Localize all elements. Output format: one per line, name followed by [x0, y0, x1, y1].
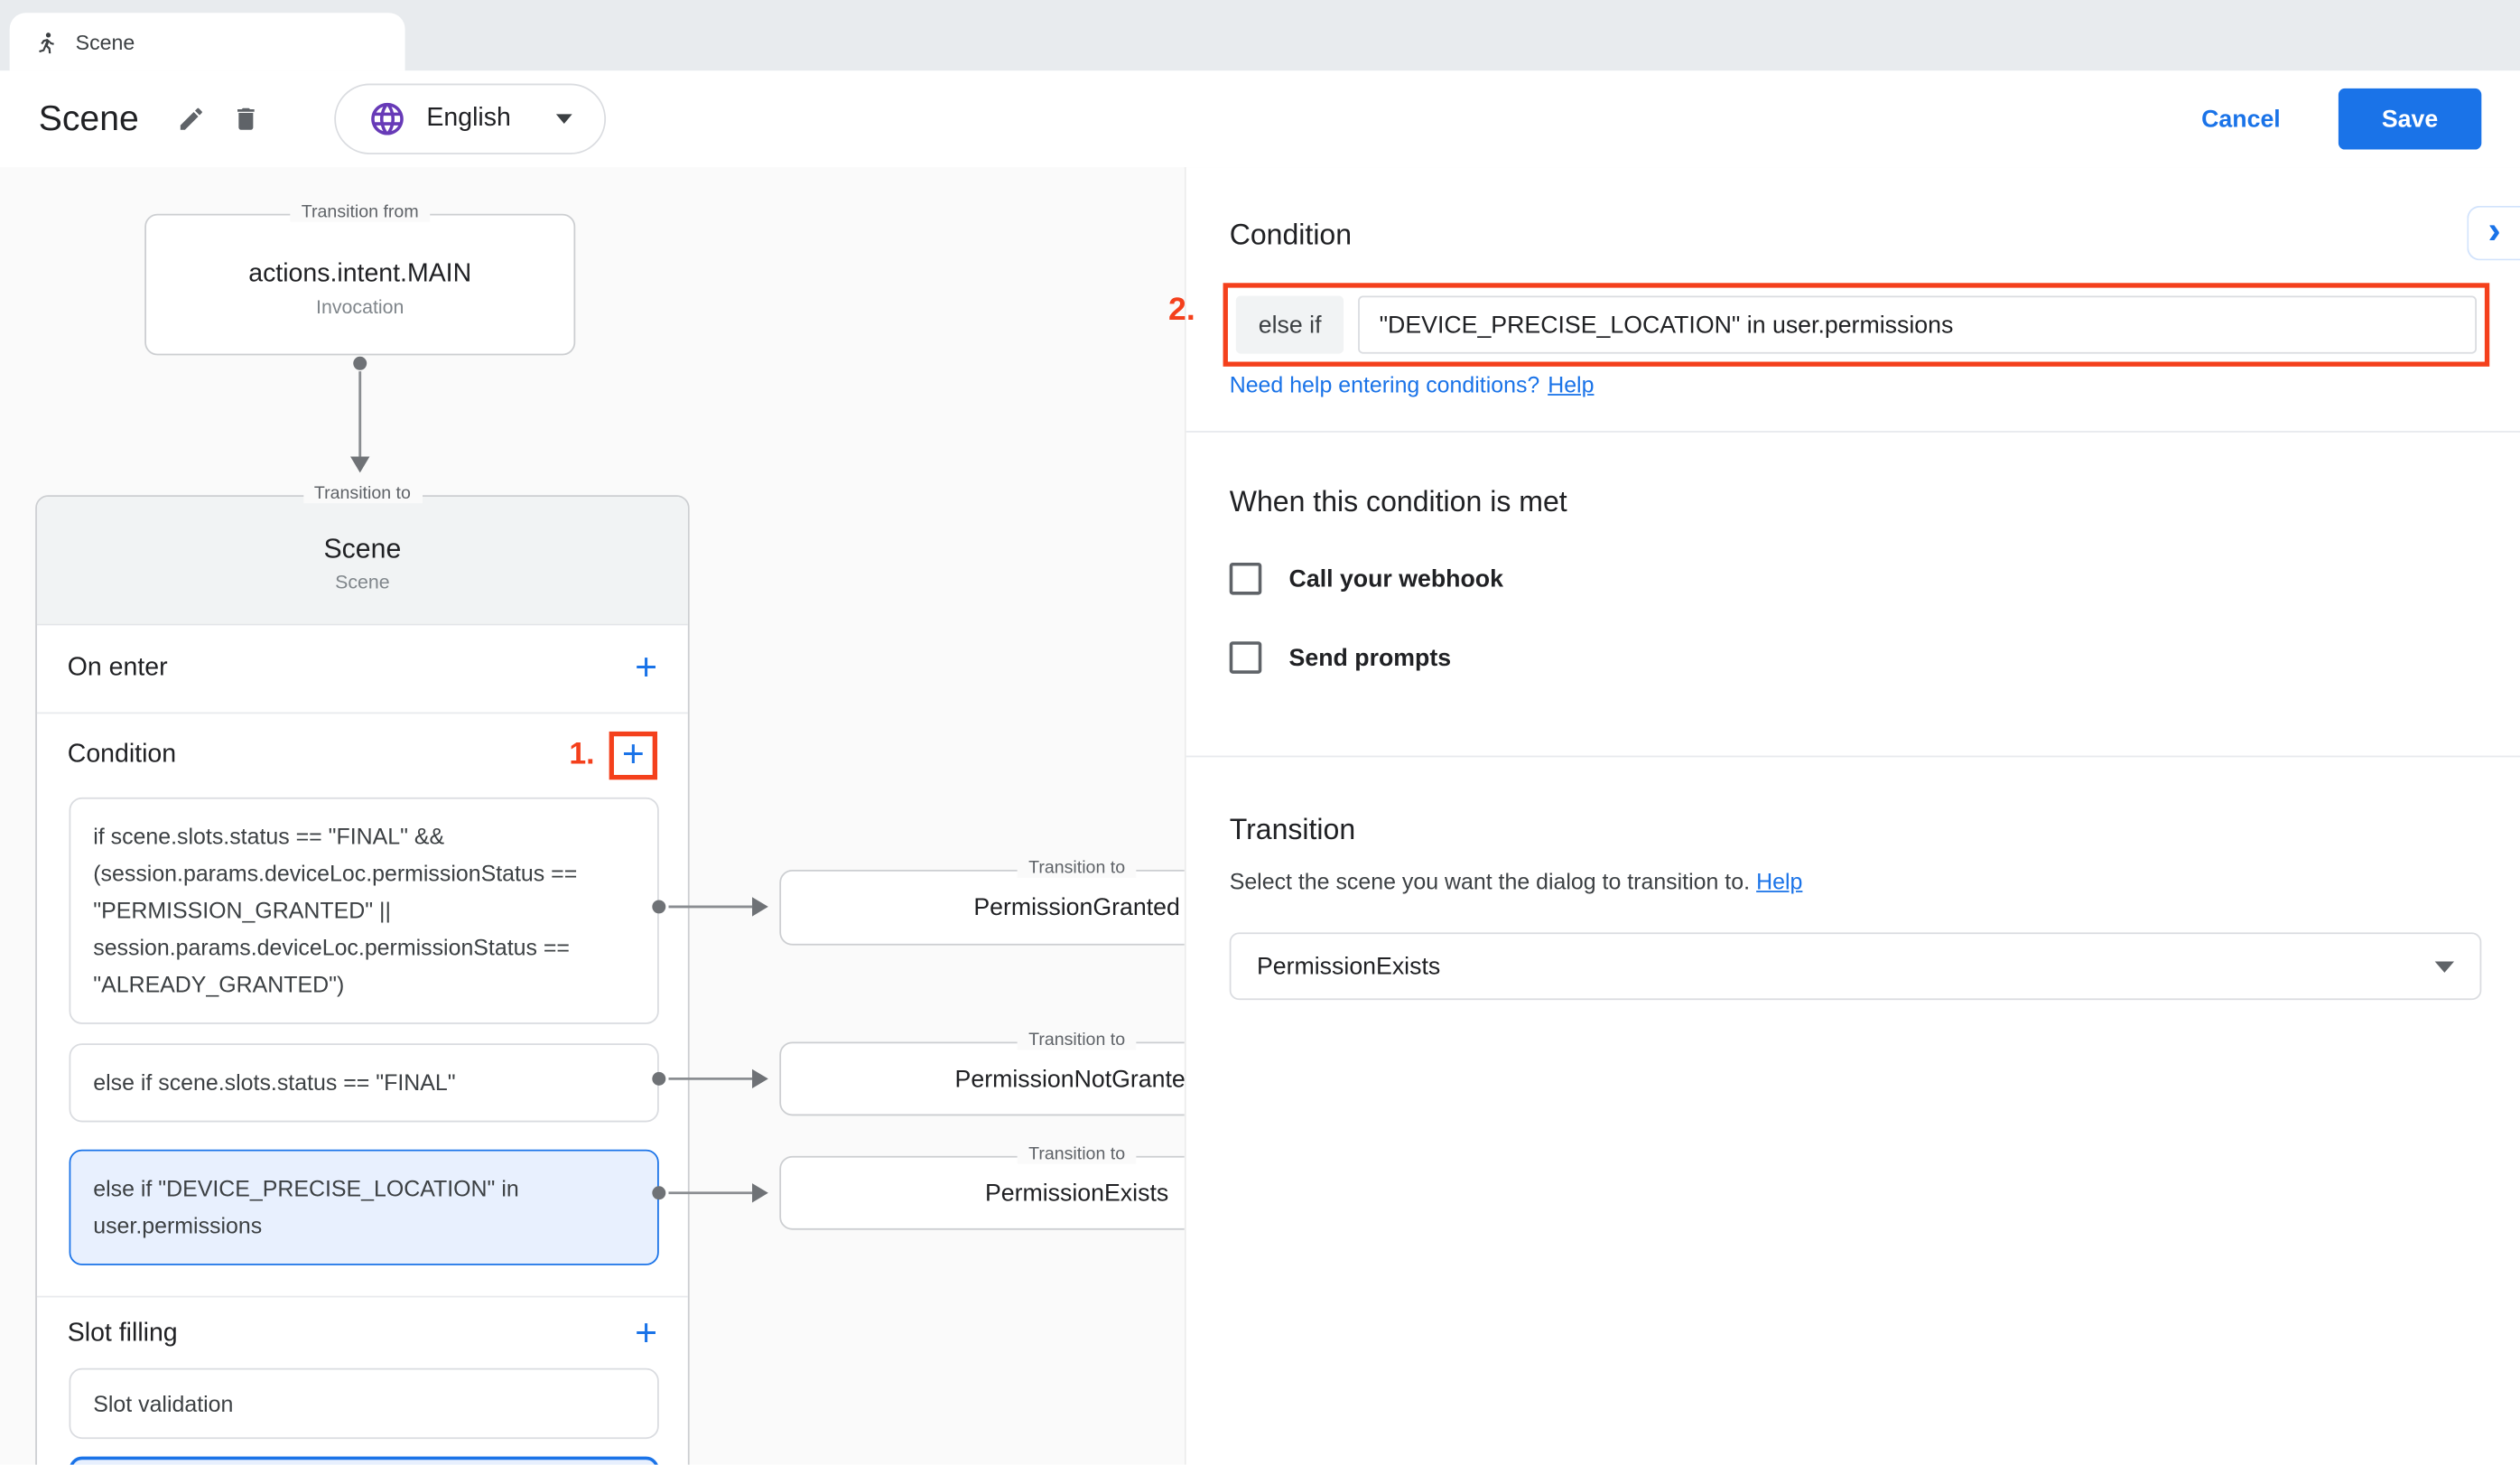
from-node-legend: Transition from — [290, 202, 430, 221]
edit-scene-button[interactable] — [164, 91, 219, 146]
annotation-step-1: 1. — [569, 738, 594, 773]
save-button[interactable]: Save — [2339, 89, 2482, 150]
target-legend: Transition to — [1018, 1144, 1137, 1163]
on-enter-label: On enter — [68, 654, 168, 683]
invocation-node[interactable]: Transition from actions.intent.MAIN Invo… — [144, 214, 575, 356]
scene-node-title: Scene — [37, 534, 688, 566]
transition-desc-text: Select the scene you want the dialog to … — [1230, 868, 1750, 893]
target-node-permission-exists[interactable]: Transition to PermissionExists — [779, 1156, 1185, 1230]
when-met-heading: When this condition is met — [1230, 486, 1567, 519]
target-title: PermissionGranted — [973, 894, 1180, 921]
language-selector[interactable]: English — [335, 84, 606, 154]
language-label: English — [426, 105, 510, 134]
chevron-right-icon: › — [2487, 211, 2500, 250]
plus-icon: + — [622, 736, 645, 775]
delete-scene-button[interactable] — [219, 91, 274, 146]
prompts-checkbox-row[interactable]: Send prompts — [1230, 641, 1451, 674]
transition-scene-select[interactable]: PermissionExists — [1230, 932, 2482, 1000]
transition-help-link[interactable]: Help — [1756, 868, 1802, 893]
transition-description: Select the scene you want the dialog to … — [1230, 868, 1803, 893]
condition-section-label: Condition — [68, 742, 176, 770]
slot-validation-item[interactable]: Slot validation — [70, 1368, 659, 1439]
help-prefix: Need help entering conditions? — [1230, 371, 1540, 397]
tab-strip: Scene — [0, 0, 2520, 70]
flow-canvas: Transition to PermissionGranted Transiti… — [0, 167, 1185, 1464]
add-slot-button[interactable]: + — [635, 1314, 657, 1353]
condition-item-3-selected[interactable]: else if "DEVICE_PRECISE_LOCATION" in use… — [70, 1150, 659, 1265]
condition-item-1[interactable]: if scene.slots.status == "FINAL" && (ses… — [70, 798, 659, 1024]
webhook-checkbox[interactable] — [1230, 563, 1262, 595]
from-node-title: actions.intent.MAIN — [146, 260, 573, 289]
pencil-icon — [177, 105, 206, 134]
add-on-enter-button[interactable]: + — [635, 649, 657, 688]
scene-editor: Scene Scene English Cancel Save — [0, 0, 2520, 1465]
slot-filling-section: Slot filling + — [37, 1296, 688, 1370]
divider — [1186, 431, 2520, 433]
caret-down-icon — [556, 114, 572, 124]
condition-editor: else if — [1223, 283, 2490, 367]
transition-heading: Transition — [1230, 814, 1356, 847]
condition-help-line: Need help entering conditions? Help — [1230, 371, 1595, 397]
target-title: PermissionExists — [985, 1180, 1168, 1207]
target-legend: Transition to — [1018, 859, 1137, 878]
scene-node-legend: Transition to — [302, 484, 422, 503]
prompts-checkbox-label: Send prompts — [1289, 644, 1452, 671]
selected-item-partial[interactable] — [70, 1457, 659, 1465]
globe-icon — [368, 99, 407, 138]
toolbar: Scene English Cancel Save — [0, 70, 2520, 167]
target-legend: Transition to — [1018, 1031, 1137, 1050]
annotation-step-2: 2. — [1168, 293, 1195, 330]
cancel-button[interactable]: Cancel — [2201, 106, 2281, 133]
webhook-checkbox-row[interactable]: Call your webhook — [1230, 563, 1503, 595]
on-enter-section: On enter + — [37, 625, 688, 714]
collapse-panel-button[interactable]: › — [2467, 206, 2520, 261]
actions-icon — [33, 30, 58, 54]
condition-section-header: Condition 1. + — [37, 714, 688, 798]
from-node-subtitle: Invocation — [146, 296, 573, 319]
add-condition-button[interactable]: + — [609, 732, 657, 779]
condition-item-2[interactable]: else if scene.slots.status == "FINAL" — [70, 1043, 659, 1122]
toolbar-actions: Cancel Save — [2201, 89, 2481, 150]
condition-heading: Condition — [1230, 219, 1352, 252]
tab-scene[interactable]: Scene — [10, 13, 405, 70]
condition-detail-panel: › Condition 2. else if Need help enterin… — [1185, 167, 2520, 1464]
select-caret-icon — [2435, 961, 2454, 972]
slot-filling-label: Slot filling — [68, 1319, 178, 1348]
condition-expression-input[interactable] — [1358, 296, 2477, 354]
target-node-permission-granted[interactable]: Transition to PermissionGranted — [779, 870, 1185, 946]
webhook-checkbox-label: Call your webhook — [1289, 565, 1503, 593]
prompts-checkbox[interactable] — [1230, 641, 1262, 674]
scene-node-subtitle: Scene — [37, 571, 688, 593]
divider — [1186, 756, 2520, 758]
target-node-permission-not-granted[interactable]: Transition to PermissionNotGranted — [779, 1041, 1185, 1115]
tab-label: Scene — [76, 30, 135, 54]
transition-scene-value: PermissionExists — [1257, 953, 1440, 980]
scene-node-header[interactable]: Scene Scene — [37, 497, 688, 625]
page-title: Scene — [39, 98, 139, 140]
target-title: PermissionNotGranted — [955, 1065, 1185, 1092]
scene-node: Transition to Scene Scene On enter + Con… — [35, 495, 689, 1464]
help-link[interactable]: Help — [1548, 371, 1594, 397]
else-if-chip: else if — [1236, 296, 1344, 354]
trash-icon — [232, 105, 261, 134]
